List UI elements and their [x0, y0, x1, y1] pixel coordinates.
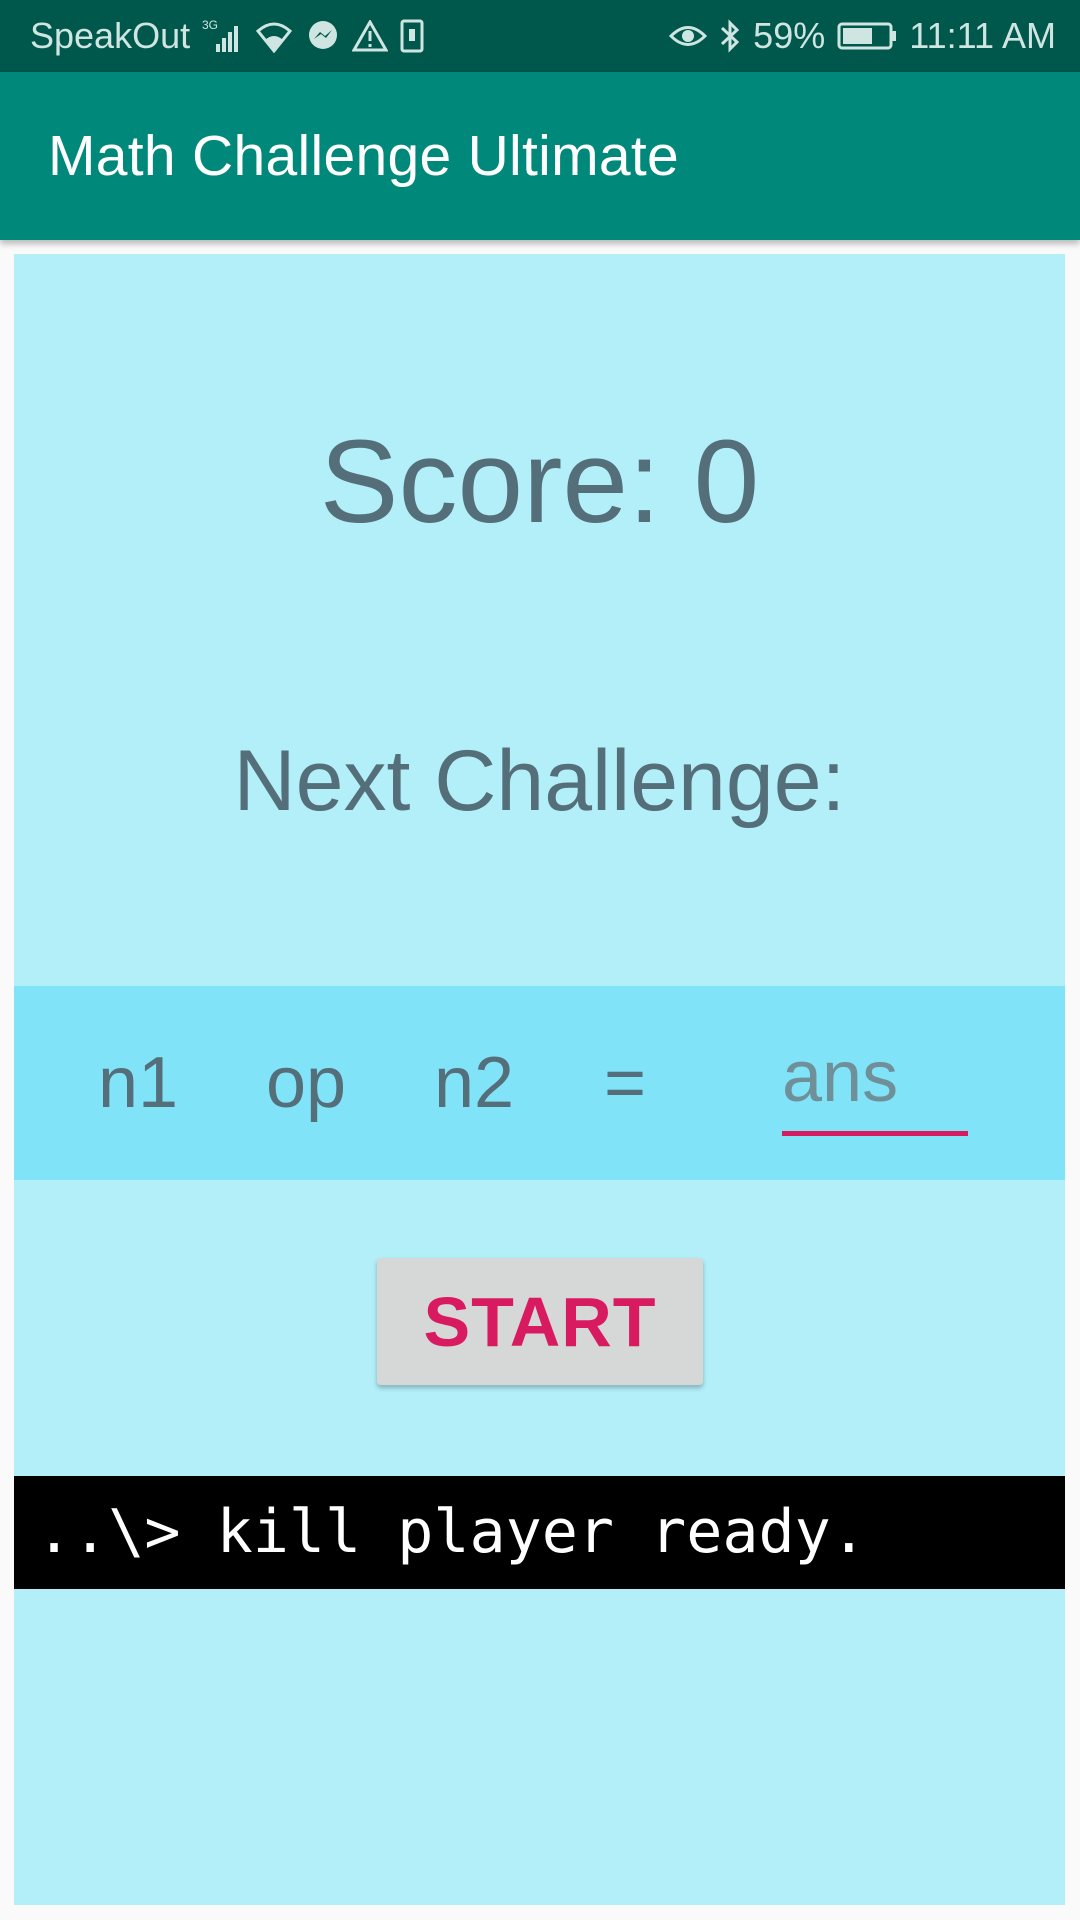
equation-row: n1 op n2 = [14, 986, 1065, 1180]
app-title: Math Challenge Ultimate [48, 124, 680, 188]
eye-icon [669, 16, 708, 56]
answer-input[interactable] [782, 1026, 968, 1136]
operator: op [266, 1043, 347, 1123]
status-bar: SpeakOut 3G 59% 11:11 AM [0, 0, 1080, 72]
battery-percent: 59% [753, 15, 826, 56]
status-left: SpeakOut 3G [30, 15, 424, 57]
equals-sign: = [604, 1043, 647, 1123]
next-challenge-label: Next Challenge: [233, 733, 846, 829]
network-type-label: 3G [202, 18, 218, 32]
second-number: n2 [434, 1043, 515, 1123]
battery-icon [837, 16, 897, 56]
app-bar: Math Challenge Ultimate [0, 72, 1080, 240]
warning-icon [352, 16, 389, 56]
status-right: 59% 11:11 AM [669, 15, 1056, 57]
game-panel: Score: 0 Next Challenge: n1 op n2 = STAR… [14, 254, 1065, 1905]
signal-icon: 3G [202, 16, 242, 56]
score-label: Score: 0 [319, 416, 760, 548]
messenger-icon [306, 16, 340, 56]
clock: 11:11 AM [909, 15, 1056, 56]
bluetooth-icon [719, 16, 741, 56]
carrier-label: SpeakOut [30, 15, 191, 56]
console-output: ..\> kill player ready. [14, 1476, 1065, 1589]
first-number: n1 [98, 1043, 179, 1123]
sim-icon [400, 16, 424, 56]
start-button[interactable]: START [377, 1258, 703, 1385]
wifi-icon [254, 16, 294, 56]
